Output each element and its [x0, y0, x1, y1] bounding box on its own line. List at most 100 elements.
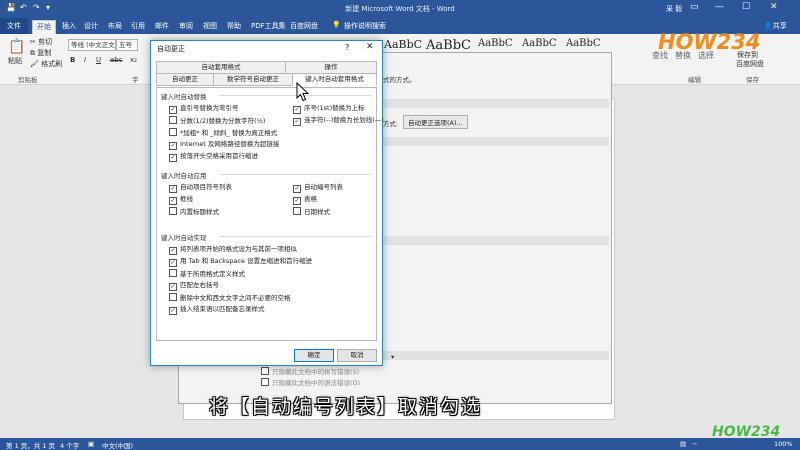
italic-icon[interactable]: I: [84, 56, 86, 64]
font-name-select[interactable]: 等线 (中文正文: [68, 39, 116, 51]
style-heading2[interactable]: AaBbC: [478, 38, 513, 49]
option-date-styles[interactable]: 日期样式: [293, 207, 330, 216]
word-count[interactable]: 4 个字: [60, 440, 79, 450]
tab-home[interactable]: 开始: [32, 20, 56, 35]
section-divider: [219, 95, 371, 96]
option-ordinals-superscript[interactable]: ✓ 序号(1st)替换为上标: [293, 104, 365, 114]
tab-review[interactable]: 审阅: [179, 21, 193, 31]
option-auto-bulleted-list[interactable]: ✓ 自动项目符号列表: [169, 183, 232, 193]
zoom-level[interactable]: 100%: [774, 440, 793, 448]
option-tables[interactable]: ✓ 表格: [293, 195, 317, 205]
option-label: 用 Tab 和 Backspace 设置左缩进和首行缩进: [180, 257, 313, 265]
save-group-label: 保存: [746, 76, 759, 84]
tab-references[interactable]: 引用: [131, 21, 145, 31]
option-label: 删除中文和西文文字之间不必要的空格: [180, 294, 291, 302]
hide-spelling-errors-checkbox[interactable]: 只隐藏此文档中的拼写错误(S): [261, 366, 359, 376]
option-list-format-like-previous[interactable]: ✓ 将列表项开始的格式设为与其前一项相似: [169, 245, 297, 255]
tab-view[interactable]: 视图: [203, 21, 217, 31]
tab-file[interactable]: 文件: [0, 18, 28, 34]
hide-grammar-errors-checkbox[interactable]: 只隐藏此文档中的语法错误(D): [261, 377, 360, 387]
share-button[interactable]: 👤共享: [764, 21, 787, 31]
tab-help[interactable]: 帮助: [227, 21, 241, 31]
minimize-icon[interactable]: —: [715, 2, 724, 12]
maximize-icon[interactable]: ☐: [742, 2, 750, 12]
option-borders[interactable]: ✓ 框线: [169, 195, 193, 205]
font-size-select[interactable]: 五号: [116, 39, 138, 51]
option-auto-numbered-list[interactable]: ✓ 自动编号列表: [293, 183, 343, 193]
option-internet-hyperlinks[interactable]: ✓ Internet 及网络路径替换为超链接: [169, 140, 280, 150]
subscript-icon[interactable]: x₂: [130, 56, 137, 64]
style-title[interactable]: AaBbC: [426, 38, 471, 53]
option-builtin-heading-styles[interactable]: 内置标题样式: [169, 207, 219, 216]
tell-me-search[interactable]: 操作说明搜索: [344, 21, 386, 31]
tab-baidu-netdisk[interactable]: 百度网盘: [290, 21, 318, 31]
zoom-out-button[interactable]: −: [692, 440, 697, 448]
font-group-label: 字: [132, 76, 139, 84]
option-label: 基于所用格式定义样式: [180, 270, 245, 278]
ok-button[interactable]: 确定: [294, 349, 334, 362]
style-subtitle[interactable]: AaBbC: [522, 38, 557, 49]
cancel-button[interactable]: 取消: [337, 349, 377, 362]
tab-insert[interactable]: 插入: [62, 21, 76, 31]
scissors-icon: ✂: [30, 38, 36, 46]
tab-design[interactable]: 设计: [84, 21, 98, 31]
option-label: 表格: [304, 195, 317, 203]
checkbox-icon: ✓: [169, 259, 177, 267]
option-hyphens-dash[interactable]: ✓ 连字符(--)替换为长划线(—): [293, 116, 384, 126]
copy-button[interactable]: ⧉ 复制: [30, 48, 51, 58]
section-apply-as-you-type: 键入时自动应用: [161, 172, 207, 180]
checkbox-icon: ✓: [169, 247, 177, 255]
ribbon-display-icon[interactable]: ▭: [690, 2, 699, 12]
cut-button[interactable]: ✂ 剪切: [30, 37, 52, 47]
lightbulb-icon: 💡: [332, 21, 341, 29]
help-icon[interactable]: ?: [345, 43, 349, 52]
tab-mailings[interactable]: 邮件: [155, 21, 169, 31]
options-hint-text: 式的方式。: [383, 76, 416, 84]
strikethrough-icon[interactable]: abc: [110, 56, 123, 64]
checkbox-icon: ✓: [293, 106, 301, 114]
tab-math-autocorrect[interactable]: 数学符号自动更正: [213, 73, 293, 86]
share-label: 共享: [772, 22, 787, 30]
tab-pdf-tools[interactable]: PDF工具集: [251, 21, 286, 31]
option-label: 日期样式: [304, 208, 330, 216]
page-count[interactable]: 第 1 页，共 1 页: [6, 440, 55, 450]
format-painter-button[interactable]: 🖌 格式刷: [30, 59, 62, 69]
proofing-icon[interactable]: ▣: [88, 440, 94, 448]
option-delete-extra-spaces[interactable]: 删除中文和西文文字之间不必要的空格: [169, 293, 291, 302]
style-heading1[interactable]: AaBbC: [384, 38, 422, 51]
option-label: 连字符(--)替换为长划线(—): [304, 116, 384, 124]
option-label: Internet 及网络路径替换为超链接: [180, 140, 280, 148]
checkbox-icon: ✓: [293, 197, 301, 205]
tab-autocorrect[interactable]: 自动更正: [156, 73, 214, 86]
language-dropdown-caret[interactable]: ▾: [391, 353, 394, 361]
option-match-parentheses[interactable]: ✓ 匹配左右括号: [169, 281, 219, 291]
user-name[interactable]: 采 毅: [666, 4, 682, 14]
checkbox-icon: ✓: [169, 307, 177, 315]
tab-layout[interactable]: 布局: [108, 21, 122, 31]
autocorrect-options-button[interactable]: 自动更正选项(A)...: [403, 115, 468, 129]
style-emphasis[interactable]: AaBbC: [566, 38, 601, 49]
option-straight-quotes[interactable]: ✓ 直引号替换为弯引号: [169, 104, 239, 114]
autocorrect-dialog: 自动更正 ? ✕ 自动套用格式 操作 自动更正 数学符号自动更正 键入时自动套用…: [150, 40, 384, 366]
option-tab-backspace-indent[interactable]: ✓ 用 Tab 和 Backspace 设置左缩进和首行缩进: [169, 257, 313, 267]
option-define-styles-from-format[interactable]: 基于所用格式定义样式: [169, 269, 245, 278]
option-first-line-indent[interactable]: ✓ 按落开头空格采用首行缩进: [169, 152, 258, 162]
save-to-baidu-line2[interactable]: 百度网盘: [736, 59, 764, 69]
option-bold-italic[interactable]: *加粗* 和 _倾斜_ 替换为真正格式: [169, 128, 277, 137]
dialog-title: 自动更正: [157, 45, 185, 53]
read-mode-icon[interactable]: ▤: [680, 440, 686, 448]
checkbox-icon: ✓: [169, 106, 177, 114]
watermark-logo-top: HOW234: [658, 30, 761, 54]
option-label: 内置标题样式: [180, 208, 219, 216]
paste-icon[interactable]: 📋: [8, 39, 25, 55]
language-indicator[interactable]: 中文(中国): [102, 440, 133, 450]
checkbox-icon: ✓: [169, 197, 177, 205]
close-window-icon[interactable]: ✕: [770, 2, 778, 12]
close-dialog-icon[interactable]: ✕: [366, 42, 374, 52]
checkbox-icon: [169, 116, 177, 124]
option-fractions[interactable]: 分数(1/2)替换为分数字符(½): [169, 116, 265, 125]
bold-icon[interactable]: B: [70, 56, 75, 64]
underline-icon[interactable]: U: [96, 56, 101, 64]
option-closing-memo-style[interactable]: ✓ 插入结束语以匹配备忘录样式: [169, 305, 265, 315]
paste-button[interactable]: 粘贴: [8, 56, 22, 66]
